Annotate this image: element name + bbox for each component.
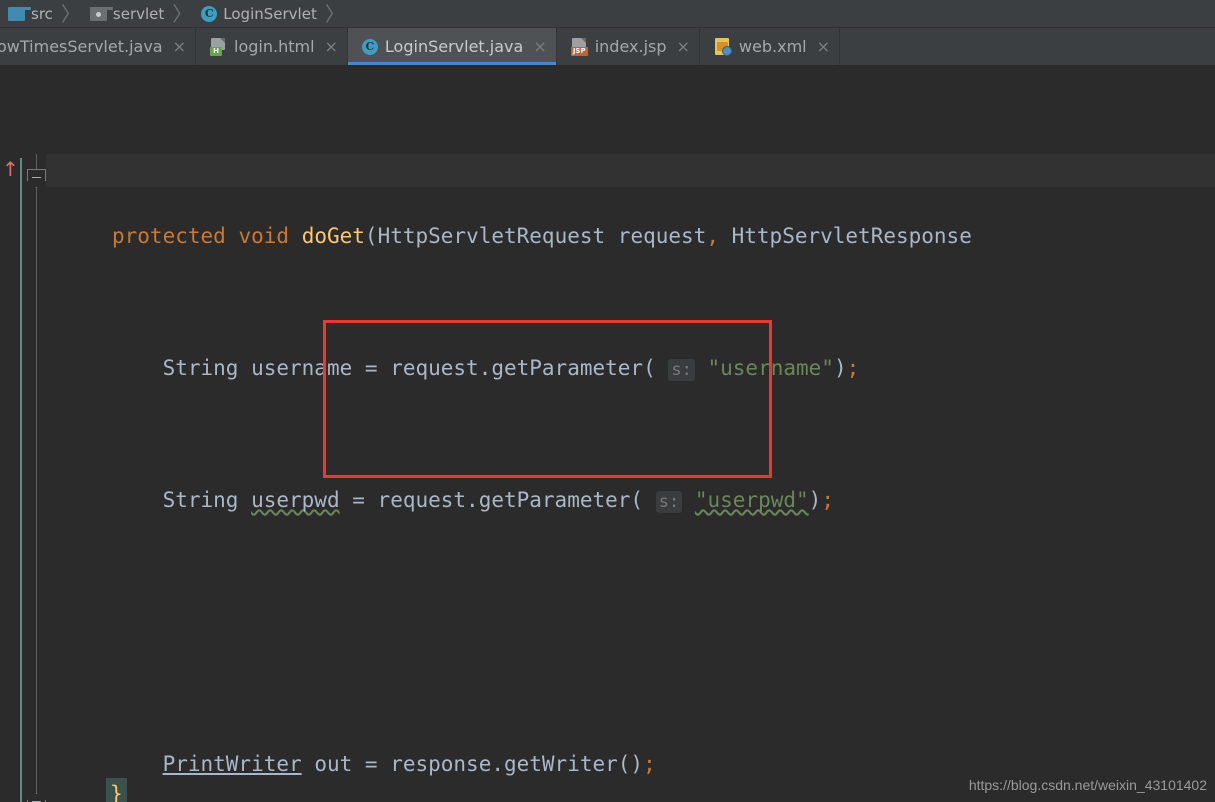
breadcrumb-label: src bbox=[31, 4, 53, 23]
jsp-badge: JSP bbox=[570, 46, 588, 56]
token-userpwd: userpwd bbox=[251, 488, 340, 512]
tab-label: login.html bbox=[234, 37, 315, 56]
token-username: username bbox=[251, 356, 353, 380]
fold-collapse-icon[interactable] bbox=[27, 793, 46, 802]
folder-icon bbox=[89, 6, 114, 21]
token-semicolon: ; bbox=[643, 752, 656, 776]
tab-loginservlet-java[interactable]: C LoginServlet.java × bbox=[347, 28, 557, 65]
token-string-username: "username" bbox=[707, 356, 834, 380]
html-badge: H bbox=[210, 46, 222, 56]
breadcrumb-label: LoginServlet bbox=[223, 4, 317, 23]
token-request: request bbox=[617, 224, 707, 248]
close-icon[interactable]: × bbox=[817, 38, 830, 55]
close-icon[interactable]: × bbox=[533, 38, 546, 55]
breadcrumb-separator-icon: 〉 bbox=[324, 1, 345, 26]
tab-label: web.xml bbox=[738, 37, 807, 56]
breadcrumb-separator-icon: 〉 bbox=[172, 1, 193, 26]
token-semicolon: ; bbox=[846, 356, 860, 380]
tab-login-html[interactable]: H login.html × bbox=[196, 28, 348, 65]
code-editor[interactable]: ↑ protected void doGet(HttpServletReques… bbox=[0, 66, 1215, 802]
code-content[interactable]: protected void doGet(HttpServletRequest … bbox=[112, 154, 972, 802]
token-String: String bbox=[162, 356, 239, 380]
parameter-hint: s: bbox=[668, 359, 695, 381]
code-line: protected void doGet(HttpServletRequest … bbox=[112, 224, 972, 248]
breadcrumb-item-loginservlet[interactable]: C LoginServlet bbox=[195, 0, 319, 28]
tab-label: LoginServlet.java bbox=[384, 37, 524, 56]
breadcrumb: src 〉 servlet 〉 C LoginServlet 〉 bbox=[0, 0, 1215, 28]
token-PrintWriter: PrintWriter bbox=[162, 752, 302, 776]
matching-brace-highlight: } bbox=[106, 778, 127, 802]
close-icon[interactable]: × bbox=[677, 38, 690, 55]
token-doGet: doGet bbox=[301, 224, 365, 248]
token-HttpServletRequest: HttpServletRequest bbox=[377, 224, 606, 248]
token-getParameter: request.getParameter bbox=[377, 488, 631, 512]
editor-tab-bar: owTimesServlet.java × H login.html × C L… bbox=[0, 28, 1215, 66]
breadcrumb-item-servlet[interactable]: servlet bbox=[84, 0, 166, 28]
arrow-up-icon: ↑ bbox=[2, 157, 19, 181]
code-line: PrintWriter out = response.getWriter(); bbox=[162, 752, 656, 776]
java-class-icon: C bbox=[361, 38, 378, 55]
change-marker-stripe bbox=[20, 158, 22, 802]
token-semicolon: ; bbox=[821, 488, 834, 512]
watermark-text: https://blog.csdn.net/weixin_43101402 bbox=[968, 777, 1207, 793]
jsp-file-icon: JSP bbox=[570, 37, 588, 56]
code-line: String userpwd = request.getParameter( s… bbox=[162, 488, 834, 513]
tab-label: owTimesServlet.java bbox=[0, 37, 163, 56]
close-icon[interactable]: × bbox=[173, 38, 186, 55]
breadcrumb-separator-icon: 〉 bbox=[60, 1, 81, 26]
code-line: String username = request.getParameter( … bbox=[162, 356, 860, 381]
token-getWriter: response.getWriter() bbox=[390, 752, 644, 776]
breadcrumb-item-src[interactable]: src bbox=[2, 0, 55, 28]
code-fold-line bbox=[36, 154, 37, 802]
fold-collapse-icon[interactable] bbox=[27, 169, 46, 188]
token-String: String bbox=[162, 488, 239, 512]
folder-icon bbox=[8, 6, 32, 21]
parameter-hint: s: bbox=[655, 491, 683, 513]
token-void: void bbox=[238, 224, 290, 248]
token-getParameter: request.getParameter bbox=[390, 356, 644, 380]
tab-index-jsp[interactable]: JSP index.jsp × bbox=[556, 28, 700, 65]
token-out: out bbox=[314, 752, 353, 776]
token-protected: protected bbox=[112, 224, 226, 248]
token-string-userpwd: "userpwd" bbox=[694, 488, 809, 512]
java-class-icon: C bbox=[201, 5, 218, 22]
xml-file-icon bbox=[714, 37, 732, 56]
token-brace-close: } bbox=[110, 782, 123, 802]
close-icon[interactable]: × bbox=[325, 38, 338, 55]
tab-label: index.jsp bbox=[594, 37, 667, 56]
html-file-icon: H bbox=[210, 37, 227, 56]
token-HttpServletResponse: HttpServletResponse bbox=[731, 224, 972, 248]
tab-showtimesservlet-java[interactable]: owTimesServlet.java × bbox=[0, 28, 196, 65]
tab-web-xml[interactable]: web.xml × bbox=[699, 28, 840, 65]
breadcrumb-label: servlet bbox=[112, 4, 165, 23]
